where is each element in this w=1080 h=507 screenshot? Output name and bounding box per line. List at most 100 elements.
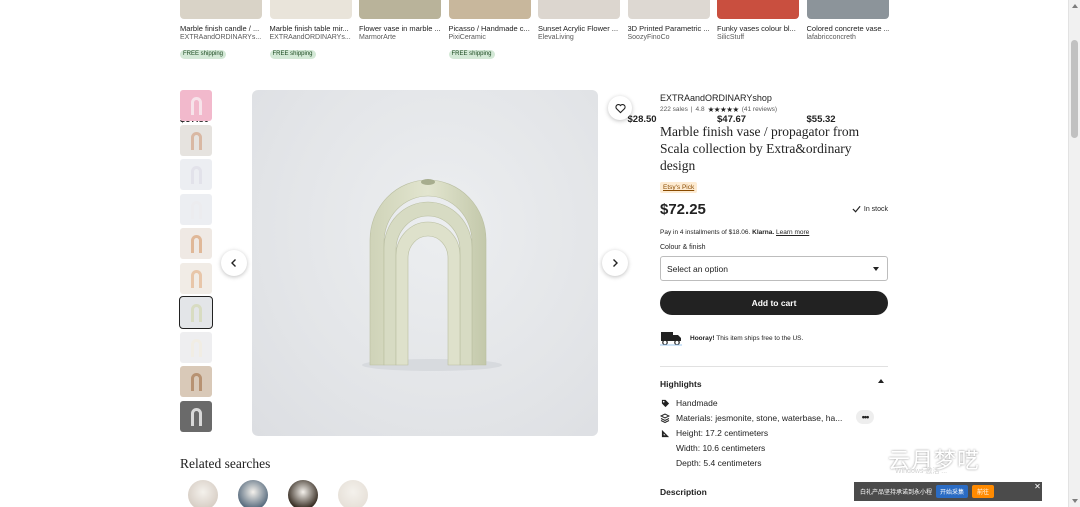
listing-card[interactable]: 3D Printed Parametric ... SoozyFinoCo $28.… (627, 0, 710, 125)
related-search-circle[interactable] (288, 480, 318, 507)
thumbnail-image[interactable] (180, 124, 212, 156)
listing-shop: EXTRAandORDINARYs... (269, 34, 351, 41)
listing-title[interactable]: Flower vase in marble ... (359, 24, 441, 33)
checkmark-icon (852, 205, 861, 213)
thumbnail-vase (191, 407, 202, 426)
heart-icon (614, 103, 626, 113)
close-icon[interactable]: ✕ (1033, 482, 1042, 491)
shop-name-link[interactable]: EXTRAandORDINARYshop (660, 93, 772, 103)
listing-title[interactable]: Picasso / Handmade c... (449, 24, 531, 33)
option-label: Colour & finish (660, 244, 706, 251)
thumbnail-vase (191, 269, 202, 288)
promo-text: 白礼产品坚持承诺到永小程 (860, 490, 933, 496)
highlight-materials: Materials: jesmonite, stone, waterbase, … (660, 413, 842, 423)
chevron-left-icon (231, 259, 236, 267)
page-scrollbar[interactable] (1068, 0, 1080, 507)
listing-thumbnail[interactable] (448, 0, 531, 19)
reviews-link[interactable]: (41 reviews) (742, 106, 777, 113)
product-price: $72.25 (660, 201, 706, 218)
vase-illustration (362, 179, 502, 371)
thumbnail-image[interactable] (180, 331, 212, 363)
free-shipping-badge: FREE shipping (448, 50, 495, 59)
thumbnail-image[interactable] (180, 90, 212, 121)
highlights-heading[interactable]: Highlights (660, 379, 702, 389)
listing-title[interactable]: 3D Printed Parametric ... (628, 24, 710, 33)
sales-rating-row: 222 sales | 4.8 ★★★★★ (41 reviews) (660, 105, 777, 114)
thumbnail-image[interactable] (179, 296, 213, 329)
listing-shop: PixiCeramic (448, 34, 486, 41)
klarna-learn-more-link[interactable]: Learn more (776, 229, 809, 236)
scroll-down-icon[interactable] (1072, 499, 1078, 503)
listing-card[interactable]: Colored concrete vase ... lafabricconcret… (806, 0, 889, 125)
product-title: Marble finish vase / propagator from Sca… (660, 124, 860, 173)
shipping-text: This item ships free to the US. (716, 334, 804, 342)
thumbnail-image[interactable] (180, 228, 212, 259)
stock-status: In stock (852, 205, 888, 213)
scroll-thumb[interactable] (1071, 40, 1078, 138)
listing-shop: ElevaLiving (538, 34, 574, 41)
listing-title[interactable]: Marble finish table mir... (270, 24, 352, 33)
watermark-subtext: Windows 激活 ... (895, 468, 948, 475)
listing-card[interactable]: Picasso / Handmade c...PixiCeramic$70.00… (448, 0, 531, 125)
more-materials-button[interactable]: ••• (856, 410, 874, 424)
description-heading[interactable]: Description (660, 487, 707, 497)
rating-value: 4.8 (695, 106, 705, 113)
listing-thumbnail[interactable] (269, 0, 352, 19)
free-shipping-badge: FREE shipping (180, 50, 227, 59)
listing-thumbnail[interactable] (627, 0, 710, 19)
highlight-text: Width: 10.6 centimeters (676, 443, 766, 453)
listing-thumbnail[interactable] (359, 0, 441, 19)
add-to-cart-button[interactable]: Add to cart (660, 291, 888, 315)
select-placeholder: Select an option (667, 264, 728, 274)
thumbnail-vase (191, 304, 202, 322)
thumbnail-image[interactable] (180, 159, 212, 190)
thumbnail-image[interactable] (180, 400, 212, 432)
listing-shop: MarmorArte (359, 34, 396, 41)
thumbnail-image[interactable] (180, 262, 212, 294)
klarna-text: Pay in 4 installments of $18.06. (660, 229, 751, 236)
listing-title[interactable]: Sunset Acrylic Flower ... (538, 24, 620, 33)
promo-button-secondary[interactable]: 前往 (972, 485, 995, 498)
related-search-circle[interactable] (188, 480, 218, 507)
listing-card[interactable]: Marble finish candle / ... EXTRAandORDINA… (180, 0, 262, 125)
thumbnail-image[interactable] (180, 193, 212, 225)
listing-thumbnail[interactable] (538, 0, 620, 19)
main-product-image[interactable] (252, 90, 598, 436)
highlight-text: Handmade (676, 398, 718, 408)
tag-icon (660, 398, 670, 408)
stock-status-text: In stock (863, 205, 888, 213)
listing-card[interactable]: Marble finish table mir... EXTRAandORDINA… (269, 0, 352, 125)
listing-card[interactable]: Sunset Acrylic Flower ...ElevaLiving$38.… (538, 0, 620, 125)
listing-card[interactable]: Flower vase in marble ...MarmorArte$36.8… (359, 0, 441, 125)
highlight-text: Height: 17.2 centimeters (676, 428, 769, 438)
next-image-button[interactable] (602, 250, 628, 276)
klarna-brand: Klarna. (752, 229, 775, 236)
divider-bar: | (690, 106, 693, 113)
promo-button-primary[interactable]: 开始采集 (936, 485, 969, 498)
related-search-circle[interactable] (338, 480, 368, 507)
thumbnail-vase (191, 131, 202, 150)
listing-price: $28.50 (627, 114, 657, 125)
previous-image-button[interactable] (221, 250, 247, 276)
listing-card[interactable]: Funky vases colour bl... SilicStuff $47.67 (717, 0, 799, 125)
listing-thumbnail[interactable] (180, 0, 262, 19)
listing-title[interactable]: Marble finish candle / ... (180, 24, 262, 33)
related-search-circle[interactable] (238, 480, 268, 507)
highlight-handmade: Handmade (660, 398, 718, 408)
klarna-installments: Pay in 4 installments of $18.06. Klarna.… (660, 229, 809, 236)
scroll-up-icon[interactable] (1072, 4, 1078, 8)
favorite-button[interactable] (608, 96, 632, 120)
chevron-up-icon[interactable] (878, 379, 884, 383)
listing-title[interactable]: Funky vases colour bl... (717, 24, 799, 33)
etsys-pick-badge[interactable]: Etsy's Pick (660, 182, 698, 193)
thumbnail-vase (191, 373, 202, 391)
star-rating-icon: ★★★★★ (707, 105, 740, 114)
caret-down-icon (873, 267, 879, 271)
listing-thumbnail[interactable] (717, 0, 799, 19)
highlight-depth: Depth: 5.4 centimeters (676, 458, 762, 468)
listing-thumbnail[interactable] (806, 0, 889, 19)
page: Marble finish candle / ... EXTRAandORDINA… (0, 0, 1080, 507)
colour-finish-select[interactable]: Select an option (660, 256, 888, 281)
thumbnail-image[interactable] (180, 366, 212, 397)
listing-title[interactable]: Colored concrete vase ... (807, 24, 889, 33)
